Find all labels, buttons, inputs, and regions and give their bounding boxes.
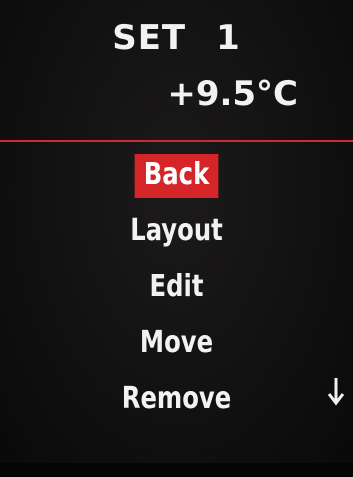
menu-item-label: Remove: [121, 381, 232, 416]
screen-bezel: [0, 463, 353, 477]
menu-item-back[interactable]: Back: [18, 148, 336, 204]
title-number: 1: [216, 18, 241, 58]
menu-item-label: Back: [134, 154, 219, 198]
temperature-readout: +9.5°C: [167, 74, 298, 114]
menu-item-edit[interactable]: Edit: [18, 260, 336, 316]
menu-item-remove[interactable]: Remove: [18, 372, 336, 428]
arrow-down-icon[interactable]: [327, 376, 345, 406]
menu-item-label: Edit: [149, 269, 204, 304]
menu-item-layout[interactable]: Layout: [18, 204, 336, 260]
menu-item-move[interactable]: Move: [18, 316, 336, 372]
header-divider: [0, 140, 353, 142]
page-title: SET 1: [0, 18, 353, 58]
menu-item-label: Layout: [130, 213, 223, 248]
menu-list: Back Layout Edit Move Remove: [0, 148, 353, 428]
menu-item-label: Move: [139, 325, 214, 360]
title-word: SET: [112, 18, 187, 58]
display-screen: SET 1 +9.5°C Back Layout Edit Move Remove: [0, 0, 353, 477]
